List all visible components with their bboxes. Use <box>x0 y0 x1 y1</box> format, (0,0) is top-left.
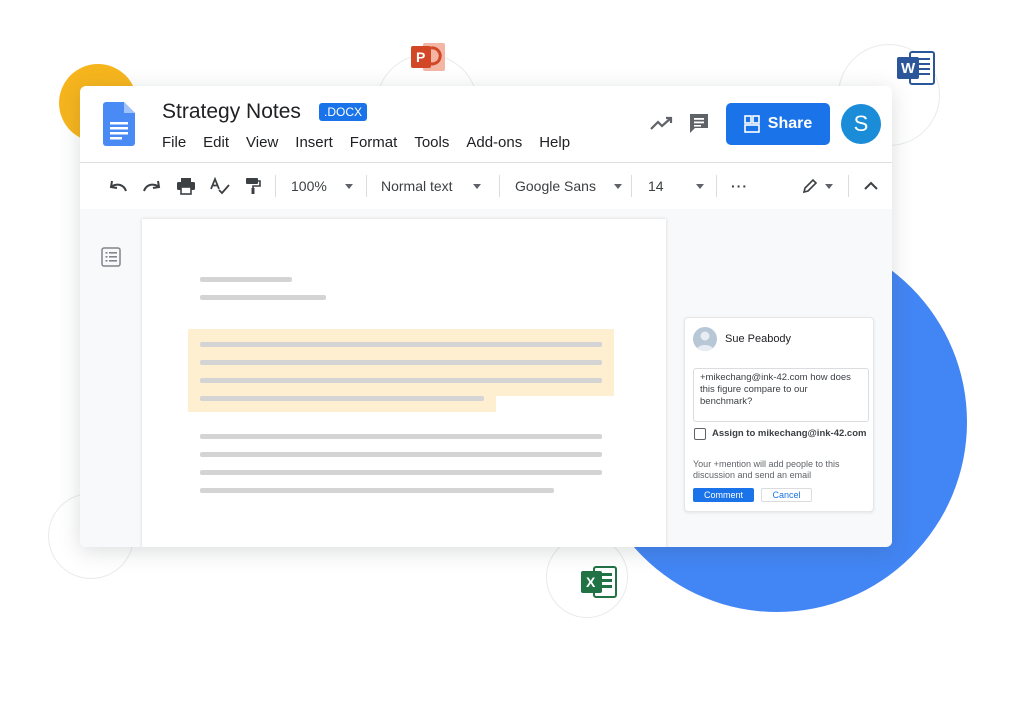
docs-window: Strategy Notes .DOCX File Edit View Inse… <box>80 86 892 547</box>
text-line-placeholder <box>200 434 602 439</box>
excel-icon: X <box>580 565 620 599</box>
text-line-placeholder <box>200 396 484 401</box>
font-family-select[interactable]: Google Sans <box>515 163 622 209</box>
zoom-value: 100% <box>291 178 327 194</box>
redo-icon[interactable] <box>142 163 162 209</box>
powerpoint-icon: P <box>409 40 447 74</box>
file-type-badge: .DOCX <box>319 103 368 121</box>
undo-icon[interactable] <box>108 163 128 209</box>
assign-checkbox[interactable] <box>694 428 706 440</box>
print-icon[interactable] <box>176 163 196 209</box>
font-value: Google Sans <box>515 178 596 194</box>
user-avatar[interactable]: S <box>841 104 881 144</box>
excel-letter: X <box>586 574 596 590</box>
font-size-value: 14 <box>648 178 664 194</box>
document-title[interactable]: Strategy Notes <box>162 100 301 124</box>
outline-icon[interactable] <box>101 247 121 267</box>
toolbar-divider <box>631 175 632 197</box>
font-size-select[interactable]: 14 <box>648 163 704 209</box>
more-options-button[interactable]: ··· <box>731 163 748 209</box>
text-line-placeholder <box>200 488 554 493</box>
more-icon: ··· <box>731 178 748 194</box>
document-canvas: Sue Peabody +mikechang@ink-42.com how do… <box>80 209 892 547</box>
menu-tools[interactable]: Tools <box>414 134 449 151</box>
chevron-down-icon <box>344 183 353 189</box>
zoom-select[interactable]: 100% <box>291 163 353 209</box>
menu-help[interactable]: Help <box>539 134 570 151</box>
pencil-icon <box>802 178 818 194</box>
toolbar-divider <box>366 175 367 197</box>
menu-insert[interactable]: Insert <box>295 134 333 151</box>
comment-textarea[interactable]: +mikechang@ink-42.com how does this figu… <box>693 368 869 422</box>
paint-format-icon[interactable] <box>244 163 262 209</box>
collapse-toolbar-button[interactable] <box>864 163 878 209</box>
menu-add-ons[interactable]: Add-ons <box>466 134 522 151</box>
text-line-placeholder <box>200 470 602 475</box>
comment-history-icon[interactable] <box>688 112 710 134</box>
commenter-avatar <box>693 327 717 351</box>
chevron-down-icon <box>613 183 622 189</box>
menu-file[interactable]: File <box>162 134 186 151</box>
menu-edit[interactable]: Edit <box>203 134 229 151</box>
menu-view[interactable]: View <box>246 134 278 151</box>
cancel-button[interactable]: Cancel <box>761 488 812 502</box>
text-line-placeholder <box>200 342 602 347</box>
word-letter: W <box>901 60 916 77</box>
toolbar-divider <box>848 175 849 197</box>
activity-trend-icon[interactable] <box>650 115 674 131</box>
assign-label: Assign to mikechang@ink-42.com <box>712 428 867 439</box>
chevron-down-icon <box>472 183 481 189</box>
spellcheck-icon[interactable] <box>210 163 230 209</box>
text-line-placeholder <box>200 277 292 282</box>
editing-mode-select[interactable] <box>802 163 833 209</box>
text-line-placeholder <box>200 360 602 365</box>
powerpoint-letter: P <box>416 49 426 65</box>
comment-card: Sue Peabody +mikechang@ink-42.com how do… <box>684 317 874 512</box>
comment-button[interactable]: Comment <box>693 488 754 502</box>
paragraph-style-select[interactable]: Normal text <box>381 163 481 209</box>
chevron-down-icon <box>695 183 704 189</box>
menu-bar: File Edit View Insert Format Tools Add-o… <box>162 134 570 151</box>
mention-note: Your +mention will add people to this di… <box>693 459 840 480</box>
word-icon: W <box>896 50 938 86</box>
docs-logo-icon[interactable] <box>103 102 135 146</box>
chevron-down-icon <box>825 183 833 189</box>
text-line-placeholder <box>200 295 326 300</box>
share-button[interactable]: Share <box>726 103 830 145</box>
text-line-placeholder <box>200 378 602 383</box>
toolbar-divider <box>499 175 500 197</box>
menu-format[interactable]: Format <box>350 134 398 151</box>
style-value: Normal text <box>381 178 453 194</box>
toolbar-divider <box>716 175 717 197</box>
document-page[interactable] <box>142 219 666 547</box>
text-line-placeholder <box>200 452 602 457</box>
editing-toolbar: 100% Normal text Google Sans 14 ··· <box>80 162 892 210</box>
toolbar-divider <box>275 175 276 197</box>
commenter-name: Sue Peabody <box>725 333 792 345</box>
share-label: Share <box>767 115 813 132</box>
share-people-icon <box>743 115 760 133</box>
chevron-up-icon <box>864 181 878 190</box>
